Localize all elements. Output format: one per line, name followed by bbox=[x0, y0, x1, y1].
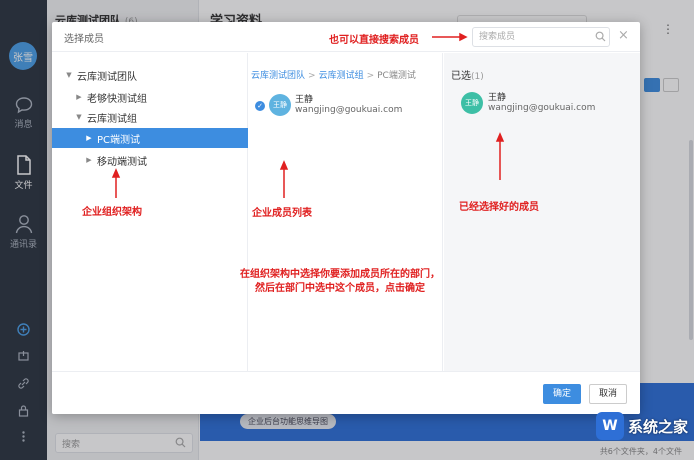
tree-node-label: 老够快测试组 bbox=[87, 93, 147, 105]
checkmark-icon[interactable]: ✓ bbox=[255, 101, 265, 111]
tree-node[interactable]: ▼ 云库测试组 bbox=[52, 107, 248, 127]
annotation-org-structure: 企业组织架构 bbox=[82, 207, 142, 218]
member-email: wangjing@goukuai.com bbox=[295, 105, 403, 115]
close-icon[interactable]: × bbox=[618, 28, 629, 44]
breadcrumb-separator: > bbox=[308, 71, 316, 81]
selected-label: 已选 bbox=[451, 71, 471, 82]
member-row[interactable]: ✓ 王静 王静 wangjing@goukuai.com bbox=[255, 91, 440, 121]
caret-right-icon[interactable]: ▶ bbox=[84, 156, 94, 164]
annotation-instructions: 在组织架构中选择你要添加成员所在的部门，然后在部门中选中这个成员，点击确定 bbox=[240, 269, 440, 294]
tree-node-label: 云库测试团队 bbox=[77, 71, 137, 83]
annotation-selected-members: 已经选择好的成员 bbox=[459, 202, 539, 213]
breadcrumb-separator: > bbox=[366, 71, 375, 81]
breadcrumb-item[interactable]: 云库测试团队 bbox=[251, 71, 305, 81]
annotation-member-list: 企业成员列表 bbox=[252, 208, 312, 219]
breadcrumb-current: PC端测试 bbox=[377, 71, 416, 81]
tree-node[interactable]: ▶ 老够快测试组 bbox=[52, 87, 248, 107]
selected-member-row[interactable]: 王静 王静 wangjing@goukuai.com bbox=[461, 89, 636, 119]
tree-node-label: 移动端测试 bbox=[97, 156, 147, 168]
breadcrumb-item[interactable]: 云库测试组 bbox=[319, 71, 364, 81]
caret-right-icon[interactable]: ▶ bbox=[84, 134, 94, 142]
tree-node-selected[interactable]: ▶ PC端测试 bbox=[52, 128, 248, 148]
watermark: W 系统之家 bbox=[596, 412, 688, 440]
cancel-button[interactable]: 取消 bbox=[589, 384, 627, 404]
watermark-logo: W bbox=[596, 412, 624, 440]
dialog-title: 选择成员 bbox=[64, 34, 104, 45]
watermark-text: 系统之家 bbox=[628, 417, 689, 436]
caret-right-icon[interactable]: ▶ bbox=[74, 93, 84, 101]
breadcrumb: 云库测试团队 > 云库测试组 > PC端测试 bbox=[251, 68, 416, 81]
annotation-search-hint: 也可以直接搜索成员 bbox=[329, 35, 419, 46]
selected-member-name: 王静 bbox=[488, 93, 507, 103]
search-icon bbox=[595, 31, 606, 42]
member-name: 王静 bbox=[295, 95, 314, 105]
confirm-button[interactable]: 确定 bbox=[543, 384, 581, 404]
selected-heading: 已选(1) bbox=[451, 67, 484, 82]
selected-member-avatar: 王静 bbox=[461, 92, 483, 114]
tree-node[interactable]: ▼ 云库测试团队 bbox=[52, 65, 248, 85]
dialog-footer: 确定 取消 bbox=[52, 371, 640, 414]
member-avatar: 王静 bbox=[269, 94, 291, 116]
tree-node[interactable]: ▶ 移动端测试 bbox=[52, 150, 248, 170]
tree-node-label: 云库测试组 bbox=[87, 113, 137, 125]
caret-down-icon[interactable]: ▼ bbox=[74, 113, 84, 121]
selected-count: (1) bbox=[471, 72, 484, 82]
caret-down-icon[interactable]: ▼ bbox=[64, 71, 74, 79]
tree-node-label: PC端测试 bbox=[97, 134, 141, 146]
selected-member-email: wangjing@goukuai.com bbox=[488, 103, 596, 113]
select-members-dialog: 选择成员 × ▼ 云库测试团队 ▶ 老够快测试组 ▼ 云库测试组 ▶ PC端测试… bbox=[52, 22, 640, 414]
member-search-input[interactable] bbox=[472, 27, 610, 47]
